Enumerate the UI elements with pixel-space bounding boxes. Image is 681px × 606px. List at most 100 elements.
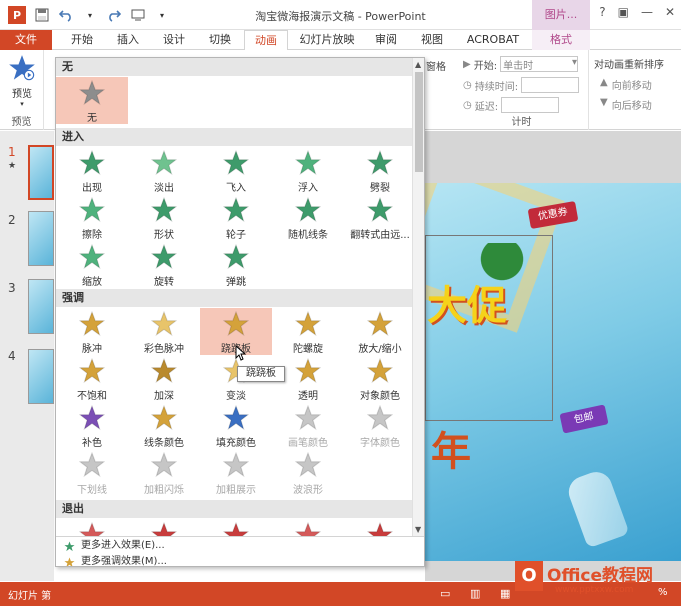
effect-emphasis-16-star-icon	[150, 451, 178, 478]
reading-view-icon[interactable]: ▥	[470, 587, 480, 600]
effect-emphasis-10-star-icon	[78, 404, 106, 431]
effect-entrance-0[interactable]: 出现	[56, 147, 128, 194]
effect-entrance-10[interactable]: 缩放	[56, 241, 128, 288]
minimize-button[interactable]: —	[641, 5, 653, 19]
effect-emphasis-5-star-icon	[78, 357, 106, 384]
timing-group-label: 计时	[511, 117, 532, 128]
slide-editing-area[interactable]: 大促 年 优惠券 包邮	[425, 183, 681, 561]
effect-emphasis-12-star-icon	[222, 404, 250, 431]
tab-review[interactable]: 审阅	[366, 30, 406, 50]
scroll-thumb[interactable]	[415, 72, 423, 172]
effect-emphasis-15[interactable]: 下划线	[56, 449, 128, 496]
effect-entrance-3[interactable]: 浮入	[272, 147, 344, 194]
slide-thumb-2[interactable]	[28, 211, 54, 266]
effect-entrance-9[interactable]: 翻转式由远...	[344, 194, 416, 241]
delay-clock-icon: ◷	[463, 99, 472, 111]
effect-emphasis-16[interactable]: 加粗闪烁	[128, 449, 200, 496]
effect-emphasis-11[interactable]: 线条颜色	[128, 402, 200, 449]
effect-emphasis-18[interactable]: 波浪形	[272, 449, 344, 496]
effect-emphasis-1[interactable]: 彩色脉冲	[128, 308, 200, 355]
effect-emphasis-13[interactable]: 画笔颜色	[272, 402, 344, 449]
effect-emphasis-14-star-icon	[366, 404, 394, 431]
effect-entrance-6[interactable]: 形状	[128, 194, 200, 241]
effect-entrance-8[interactable]: 随机线条	[272, 194, 344, 241]
slide-thumb-3[interactable]	[28, 279, 54, 334]
big-year-text: 年	[431, 429, 471, 475]
effect-emphasis-10[interactable]: 补色	[56, 402, 128, 449]
duration-input[interactable]	[521, 77, 580, 93]
free-shipping-badge[interactable]: 包邮	[559, 404, 609, 434]
duration-row: ◷ 持续时间:	[463, 77, 580, 93]
preview-button[interactable]: 预览 ▾	[6, 54, 38, 108]
effect-entrance-4[interactable]: 劈裂	[344, 147, 416, 194]
effect-label: 陀螺旋	[293, 344, 323, 355]
effect-label: 对象颜色	[360, 391, 400, 402]
tab-design[interactable]: 设计	[154, 30, 194, 50]
animation-pane-label[interactable]: 窗格	[426, 58, 446, 73]
selection-frame[interactable]	[425, 235, 553, 421]
effect-emphasis-6[interactable]: 加深	[128, 355, 200, 402]
effect-emphasis-11-star-icon	[150, 404, 178, 431]
slide-thumb-1[interactable]	[28, 145, 54, 200]
scroll-up-icon[interactable]: ▲	[415, 60, 421, 69]
move-earlier-icon: ▲	[600, 77, 608, 88]
more-emphasis-effects-link[interactable]: 更多强调效果(M)...	[56, 553, 414, 566]
effect-label: 脉冲	[82, 344, 102, 355]
ribbon-display-icon[interactable]: ▣	[618, 5, 629, 19]
effect-emphasis-8-star-icon	[294, 357, 322, 384]
entrance-star-icon	[64, 540, 75, 551]
section-none-header: 无	[56, 58, 414, 76]
effect-emphasis-6-star-icon	[150, 357, 178, 384]
tab-transitions[interactable]: 切换	[200, 30, 240, 50]
move-earlier-button[interactable]: ▲ 向前移动	[600, 77, 652, 92]
effect-entrance-5[interactable]: 擦除	[56, 194, 128, 241]
effect-emphasis-12[interactable]: 填充颜色	[200, 402, 272, 449]
effect-entrance-11[interactable]: 旋转	[128, 241, 200, 288]
effect-emphasis-4[interactable]: 放大/缩小	[344, 308, 416, 355]
effect-emphasis-17-star-icon	[222, 451, 250, 478]
tab-home[interactable]: 开始	[62, 30, 102, 50]
delay-input[interactable]	[501, 97, 560, 113]
slide-sorter-icon[interactable]: ▦	[500, 587, 510, 600]
tab-file[interactable]: 文件	[0, 30, 52, 50]
emphasis-star-icon	[64, 556, 75, 566]
effect-label: 浮入	[298, 183, 318, 194]
close-button[interactable]: ✕	[665, 5, 675, 19]
tab-insert[interactable]: 插入	[108, 30, 148, 50]
effect-none-0[interactable]: 无	[56, 77, 128, 124]
start-icon: ▶	[463, 58, 471, 70]
tab-acrobat[interactable]: ACROBAT	[460, 30, 526, 50]
effect-label: 填充颜色	[216, 438, 256, 449]
effect-entrance-2[interactable]: 飞入	[200, 147, 272, 194]
tab-animations[interactable]: 动画	[244, 30, 288, 51]
gallery-scrollbar[interactable]: ▲ ▼	[412, 58, 424, 536]
move-later-button[interactable]: ▼ 向后移动	[600, 97, 652, 112]
tab-view[interactable]: 视图	[412, 30, 452, 50]
effect-label: 画笔颜色	[288, 438, 328, 449]
effect-emphasis-18-star-icon	[294, 451, 322, 478]
tab-slideshow[interactable]: 幻灯片放映	[292, 30, 362, 50]
normal-view-icon[interactable]: ▭	[440, 587, 450, 600]
effect-label: 随机线条	[288, 230, 328, 241]
slide-thumb-4[interactable]	[28, 349, 54, 404]
effect-emphasis-14[interactable]: 字体颜色	[344, 402, 416, 449]
help-button[interactable]: ?	[599, 5, 605, 19]
start-select[interactable]: 单击时 ▾	[500, 56, 579, 72]
effect-entrance-1[interactable]: 淡出	[128, 147, 200, 194]
effect-emphasis-17[interactable]: 加粗展示	[200, 449, 272, 496]
effect-label: 形状	[154, 230, 174, 241]
effect-label: 劈裂	[370, 183, 390, 194]
tab-format[interactable]: 格式	[532, 30, 590, 50]
effect-emphasis-15-star-icon	[78, 451, 106, 478]
effect-emphasis-0[interactable]: 脉冲	[56, 308, 128, 355]
effect-entrance-7[interactable]: 轮子	[200, 194, 272, 241]
effect-emphasis-5[interactable]: 不饱和	[56, 355, 128, 402]
effect-entrance-12[interactable]: 弹跳	[200, 241, 272, 288]
watermark-url: www.pptxxw.com	[555, 585, 634, 595]
window-controls: ? ▣ — ✕	[599, 5, 675, 19]
effect-emphasis-3[interactable]: 陀螺旋	[272, 308, 344, 355]
site-watermark: O Office教程网 www.pptxxw.com	[515, 555, 681, 605]
ribbon-tab-bar: 文件 开始 插入 设计 切换 动画 幻灯片放映 审阅 视图 ACROBAT 格式	[0, 30, 681, 51]
scroll-down-icon[interactable]: ▼	[415, 525, 421, 534]
effect-emphasis-9[interactable]: 对象颜色	[344, 355, 416, 402]
